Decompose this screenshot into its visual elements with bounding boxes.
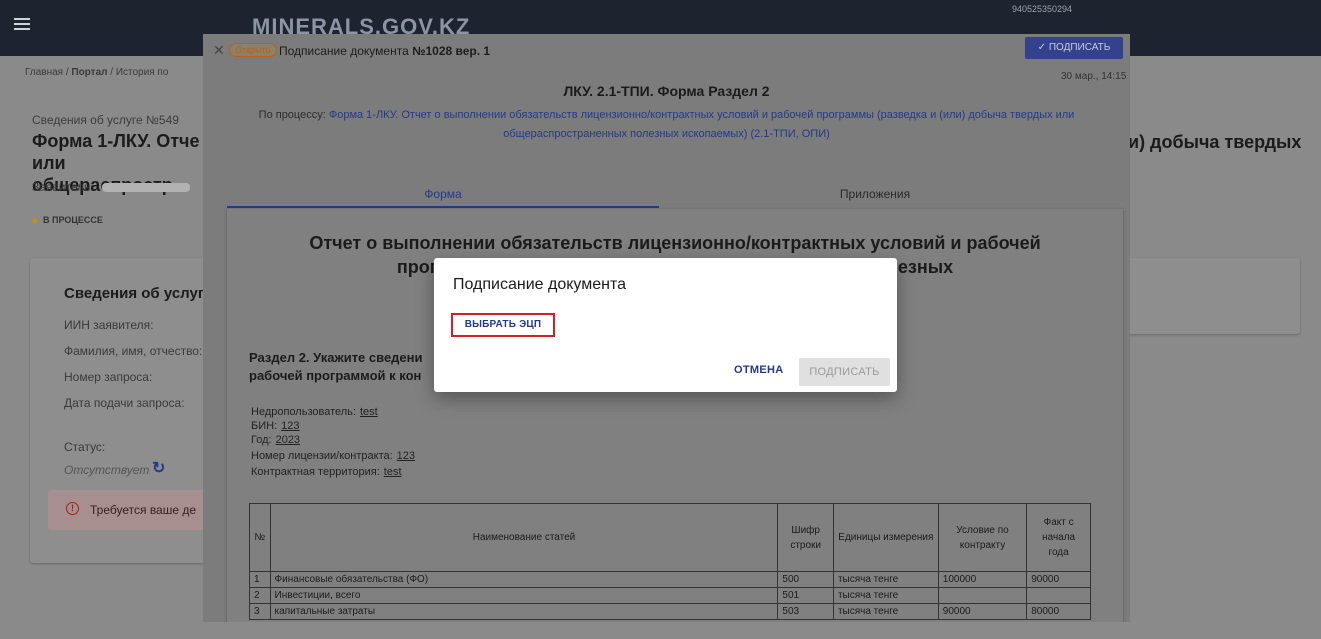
col-code: Шифр строки — [777, 503, 834, 572]
breadcrumb-home[interactable]: Главная — [25, 67, 63, 78]
col-number: № — [249, 503, 271, 572]
meta-year: Год: 2023 — [251, 434, 301, 446]
table-row: 1 Финансовые обязательства (ФО) 500 тыся… — [249, 571, 1091, 588]
cell: 500 — [777, 571, 834, 588]
cell: тысяча тенге — [832, 571, 939, 588]
breadcrumb-portal[interactable]: Портал — [71, 67, 107, 78]
document-date: 30 мар., 14:15 — [1061, 71, 1127, 82]
page-title-continued: и) добыча твердых — [1128, 132, 1302, 152]
field-iin: ИИН заявителя: — [64, 318, 154, 332]
refresh-icon[interactable]: ↻ — [152, 458, 165, 478]
service-info-title: Сведения об услуге — [64, 285, 213, 302]
tab-indicator — [227, 206, 659, 208]
meta-territory: Контрактная территория: test — [251, 466, 402, 478]
status-value: Отсутствует — [64, 463, 150, 477]
status-pill: Открыто — [229, 43, 277, 57]
meta-bin: БИН: 123 — [251, 420, 300, 432]
field-request-number: Номер запроса: — [64, 370, 153, 384]
tab-form[interactable]: Форма — [227, 187, 659, 201]
cancel-button[interactable]: ОТМЕНА — [734, 364, 783, 376]
cell — [937, 587, 1028, 604]
cell: 100000 — [937, 571, 1028, 588]
user-id: 940525350294 — [1012, 4, 1073, 14]
statistics-table: № Наименование статей Шифр строки Единиц… — [249, 503, 1091, 620]
dialog-title: Подписание документа — [453, 276, 627, 293]
field-request-date: Дата подачи запроса: — [64, 396, 185, 410]
menu-icon[interactable] — [14, 18, 30, 30]
table-header-row: № Наименование статей Шифр строки Единиц… — [249, 503, 1091, 572]
panel-title: Подписание документа №1028 вер. 1 — [279, 44, 491, 58]
col-units: Единицы измерения — [832, 503, 939, 572]
col-contract: Условие по контракту — [937, 503, 1028, 572]
panel-sign-button[interactable]: ✓ ПОДПИСАТЬ — [1025, 37, 1123, 59]
dialog-sign-button[interactable]: ПОДПИСАТЬ — [799, 358, 890, 386]
meta-license: Номер лицензии/контракта: 123 — [251, 450, 416, 462]
cell: тысяча тенге — [832, 603, 939, 620]
applicant-redacted — [101, 183, 190, 193]
cell: 3 — [249, 603, 271, 620]
cell: тысяча тенге — [832, 587, 939, 604]
cell: 2 — [249, 587, 271, 604]
field-status: Статус: — [64, 440, 106, 454]
warning-icon: ! — [66, 502, 79, 515]
field-fio: Фамилия, имя, отчество: — [64, 344, 203, 358]
service-number: Сведения об услуге №549 — [32, 113, 179, 127]
form-title: ЛКУ. 2.1-ТПИ. Форма Раздел 2 — [563, 83, 770, 99]
tab-attachments[interactable]: Приложения — [659, 187, 1091, 201]
col-fact: Факт с начала года — [1026, 503, 1091, 572]
cell: 80000 — [1026, 603, 1091, 620]
breadcrumb-history[interactable]: История по — [116, 67, 169, 78]
cell: 501 — [777, 587, 834, 604]
cell — [1026, 587, 1091, 604]
side-card — [1110, 258, 1300, 334]
meta-subsoil-user: Недропользователь: test — [251, 406, 378, 418]
choose-eds-button[interactable]: ВЫБРАТЬ ЭЦП — [451, 313, 555, 337]
table-row: 3 капитальные затраты 503 тысяча тенге 9… — [249, 603, 1091, 620]
status-badge: В ПРОЦЕССЕ — [32, 215, 103, 225]
cell: Инвестиции, всего — [269, 587, 779, 604]
cell: 503 — [777, 603, 834, 620]
cell: 90000 — [1026, 571, 1091, 588]
cell: капитальные затраты — [269, 603, 779, 620]
process-link[interactable]: Форма 1-ЛКУ. Отчет о выполнении обязател… — [329, 109, 1075, 140]
cell: 1 — [249, 571, 271, 588]
close-icon[interactable]: ✕ — [213, 42, 225, 59]
cell: Финансовые обязательства (ФО) — [269, 571, 779, 588]
process-info: По процессу: Форма 1-ЛКУ. Отчет о выполн… — [258, 109, 1075, 140]
cell: 90000 — [937, 603, 1028, 620]
table-row: 2 Инвестиции, всего 501 тысяча тенге — [249, 587, 1091, 604]
warning-text: Требуется ваше де — [90, 503, 197, 517]
applicant-label: Заявитель: — [32, 180, 190, 194]
sign-dialog: Подписание документа ВЫБРАТЬ ЭЦП ОТМЕНА … — [434, 258, 897, 392]
breadcrumb: Главная / Портал / История по — [25, 67, 169, 78]
col-name: Наименование статей — [269, 503, 779, 572]
